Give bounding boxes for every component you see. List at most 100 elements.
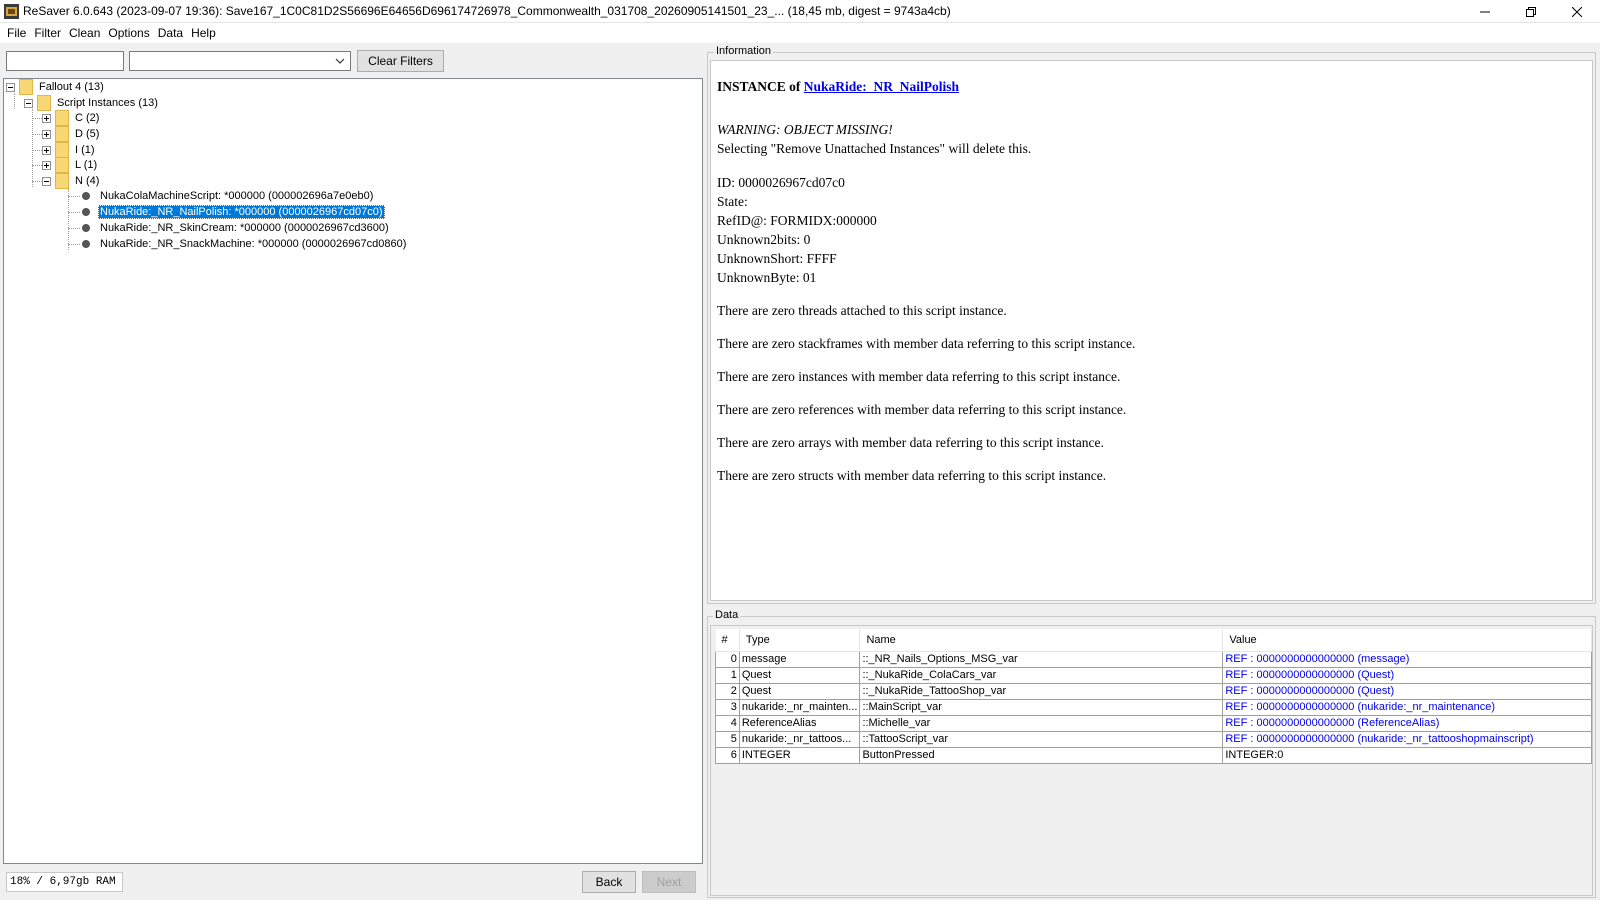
folder-icon [55, 110, 69, 126]
note-arrays: There are zero arrays with member data r… [717, 435, 1104, 450]
warning-detail: Selecting "Remove Unattached Instances" … [717, 141, 1032, 156]
filter-text-input[interactable] [6, 51, 124, 71]
close-button[interactable] [1554, 0, 1600, 23]
collapse-icon[interactable] [24, 98, 33, 108]
instance-bullet-icon [82, 192, 90, 200]
table-row[interactable]: 3 nukaride:_nr_mainten... ::MainScript_v… [715, 698, 1592, 716]
field-unknown2bits: Unknown2bits: 0 [717, 232, 811, 247]
information-panel: INSTANCE of NukaRide:_NR_NailPolish WARN… [710, 60, 1593, 601]
tree-node-fallout4[interactable]: Fallout 4 (13) [6, 79, 106, 95]
table-row[interactable]: 0 message ::_NR_Nails_Options_MSG_var RE… [715, 650, 1592, 668]
table-row[interactable]: 5 nukaride:_nr_tattoos... ::TattooScript… [715, 730, 1592, 748]
expand-icon[interactable] [42, 160, 51, 170]
field-unknownshort: UnknownShort: FFFF [717, 251, 837, 266]
tree-node-group-n[interactable]: N (4) [42, 173, 101, 189]
cell-name: ButtonPressed [859, 746, 1224, 764]
data-panel: # Type Name Value 0 message ::_NR_Nails_… [710, 625, 1593, 896]
column-header-type[interactable]: Type [739, 629, 861, 652]
cell-name: ::_NR_Nails_Options_MSG_var [859, 650, 1224, 668]
tree-node-instance[interactable]: NukaColaMachineScript: *000000 (00000269… [82, 188, 375, 204]
next-button[interactable]: Next [642, 871, 696, 893]
folder-icon [55, 126, 69, 142]
information-group: Information INSTANCE of NukaRide:_NR_Nai… [707, 45, 1596, 604]
column-header-name[interactable]: Name [859, 629, 1224, 652]
collapse-icon[interactable] [6, 82, 15, 92]
cell-name: ::_NukaRide_ColaCars_var [859, 666, 1224, 684]
pane-splitter[interactable] [703, 43, 706, 900]
chevron-down-icon [335, 58, 345, 64]
tree-node-label: Fallout 4 (13) [39, 81, 104, 93]
cell-value: INTEGER:0 [1222, 746, 1592, 764]
instance-heading: INSTANCE of NukaRide:_NR_NailPolish [717, 77, 1586, 96]
tree-node-group-c[interactable]: C (2) [42, 110, 101, 126]
cell-value-ref-link[interactable]: REF : 0000000000000000 (message) [1222, 650, 1592, 668]
left-pane: Clear Filters Fallout 4 (13) Script Inst… [0, 43, 706, 900]
tree-node-instance[interactable]: NukaRide:_NR_SkinCream: *000000 (0000026… [82, 220, 391, 236]
cell-number: 4 [715, 714, 740, 732]
collapse-icon[interactable] [42, 176, 51, 186]
expand-icon[interactable] [42, 129, 51, 139]
tree-node-group-i[interactable]: I (1) [42, 142, 97, 158]
save-tree[interactable]: Fallout 4 (13) Script Instances (13) C (… [3, 78, 703, 864]
column-header-value[interactable]: Value [1222, 629, 1592, 652]
cell-value-ref-link[interactable]: REF : 0000000000000000 (Quest) [1222, 666, 1592, 684]
tree-node-instance[interactable]: NukaRide:_NR_SnackMachine: *000000 (0000… [82, 236, 408, 252]
folder-icon [55, 142, 69, 158]
tree-node-instance-selected[interactable]: NukaRide:_NR_NailPolish: *000000 (000002… [82, 204, 385, 220]
table-row[interactable]: 6 INTEGER ButtonPressed INTEGER:0 [715, 746, 1592, 764]
instance-bullet-icon [82, 224, 90, 232]
cell-name: ::MainScript_var [859, 698, 1224, 716]
instance-heading-prefix: INSTANCE of [717, 79, 804, 94]
tree-node-label: D (5) [75, 128, 100, 140]
menu-data[interactable]: Data [154, 26, 187, 40]
table-row[interactable]: 4 ReferenceAlias ::Michelle_var REF : 00… [715, 714, 1592, 732]
menu-file[interactable]: File [3, 26, 30, 40]
expand-icon[interactable] [42, 145, 51, 155]
column-header-number[interactable]: # [715, 629, 740, 652]
ram-usage-status: 18% / 6,97gb RAM [6, 872, 123, 892]
minimize-button[interactable] [1462, 0, 1508, 23]
cell-number: 1 [715, 666, 740, 684]
variables-table[interactable]: # Type Name Value 0 message ::_NR_Nails_… [715, 629, 1592, 764]
tree-node-label: NukaRide:_NR_SkinCream: *000000 (0000026… [100, 222, 389, 234]
cell-number: 3 [715, 698, 740, 716]
filter-combo-box[interactable] [129, 51, 351, 71]
table-row[interactable]: 2 Quest ::_NukaRide_TattooShop_var REF :… [715, 682, 1592, 700]
note-structs: There are zero structs with member data … [717, 468, 1107, 483]
cell-type: nukaride:_nr_mainten... [738, 698, 861, 716]
folder-icon [55, 173, 69, 189]
expand-icon[interactable] [42, 113, 51, 123]
table-row[interactable]: 1 Quest ::_NukaRide_ColaCars_var REF : 0… [715, 666, 1592, 684]
instance-script-link[interactable]: NukaRide:_NR_NailPolish [804, 79, 959, 94]
cell-number: 2 [715, 682, 740, 700]
tree-node-label: NukaRide:_NR_NailPolish: *000000 (000002… [98, 205, 385, 219]
cell-type: ReferenceAlias [738, 714, 861, 732]
menu-help[interactable]: Help [187, 26, 220, 40]
note-references: There are zero references with member da… [717, 402, 1127, 417]
table-header-row: # Type Name Value [715, 629, 1592, 652]
cell-value-ref-link[interactable]: REF : 0000000000000000 (ReferenceAlias) [1222, 714, 1592, 732]
tree-node-label: N (4) [75, 175, 100, 187]
tree-node-script-instances[interactable]: Script Instances (13) [24, 95, 160, 111]
cell-number: 5 [715, 730, 740, 748]
cell-number: 6 [715, 746, 740, 764]
tree-node-group-d[interactable]: D (5) [42, 126, 101, 142]
resaver-app-icon [4, 4, 19, 19]
cell-value-ref-link[interactable]: REF : 0000000000000000 (nukaride:_nr_tat… [1222, 730, 1592, 748]
tree-node-group-l[interactable]: L (1) [42, 157, 99, 173]
restore-button[interactable] [1508, 0, 1554, 23]
cell-value-ref-link[interactable]: REF : 0000000000000000 (Quest) [1222, 682, 1592, 700]
cell-type: Quest [738, 666, 861, 684]
cell-value-ref-link[interactable]: REF : 0000000000000000 (nukaride:_nr_mai… [1222, 698, 1592, 716]
folder-icon [19, 79, 33, 95]
menu-options[interactable]: Options [104, 26, 153, 40]
tree-node-label: I (1) [75, 144, 95, 156]
clear-filters-button[interactable]: Clear Filters [357, 50, 444, 72]
warning-text: WARNING: OBJECT MISSING! [717, 122, 893, 137]
menu-filter[interactable]: Filter [30, 26, 65, 40]
cell-type: Quest [738, 682, 861, 700]
menu-clean[interactable]: Clean [65, 26, 104, 40]
data-group: Data # Type Name Value 0 message ::_NR_N… [707, 609, 1596, 898]
back-button[interactable]: Back [582, 871, 636, 893]
data-group-title: Data [713, 609, 741, 621]
